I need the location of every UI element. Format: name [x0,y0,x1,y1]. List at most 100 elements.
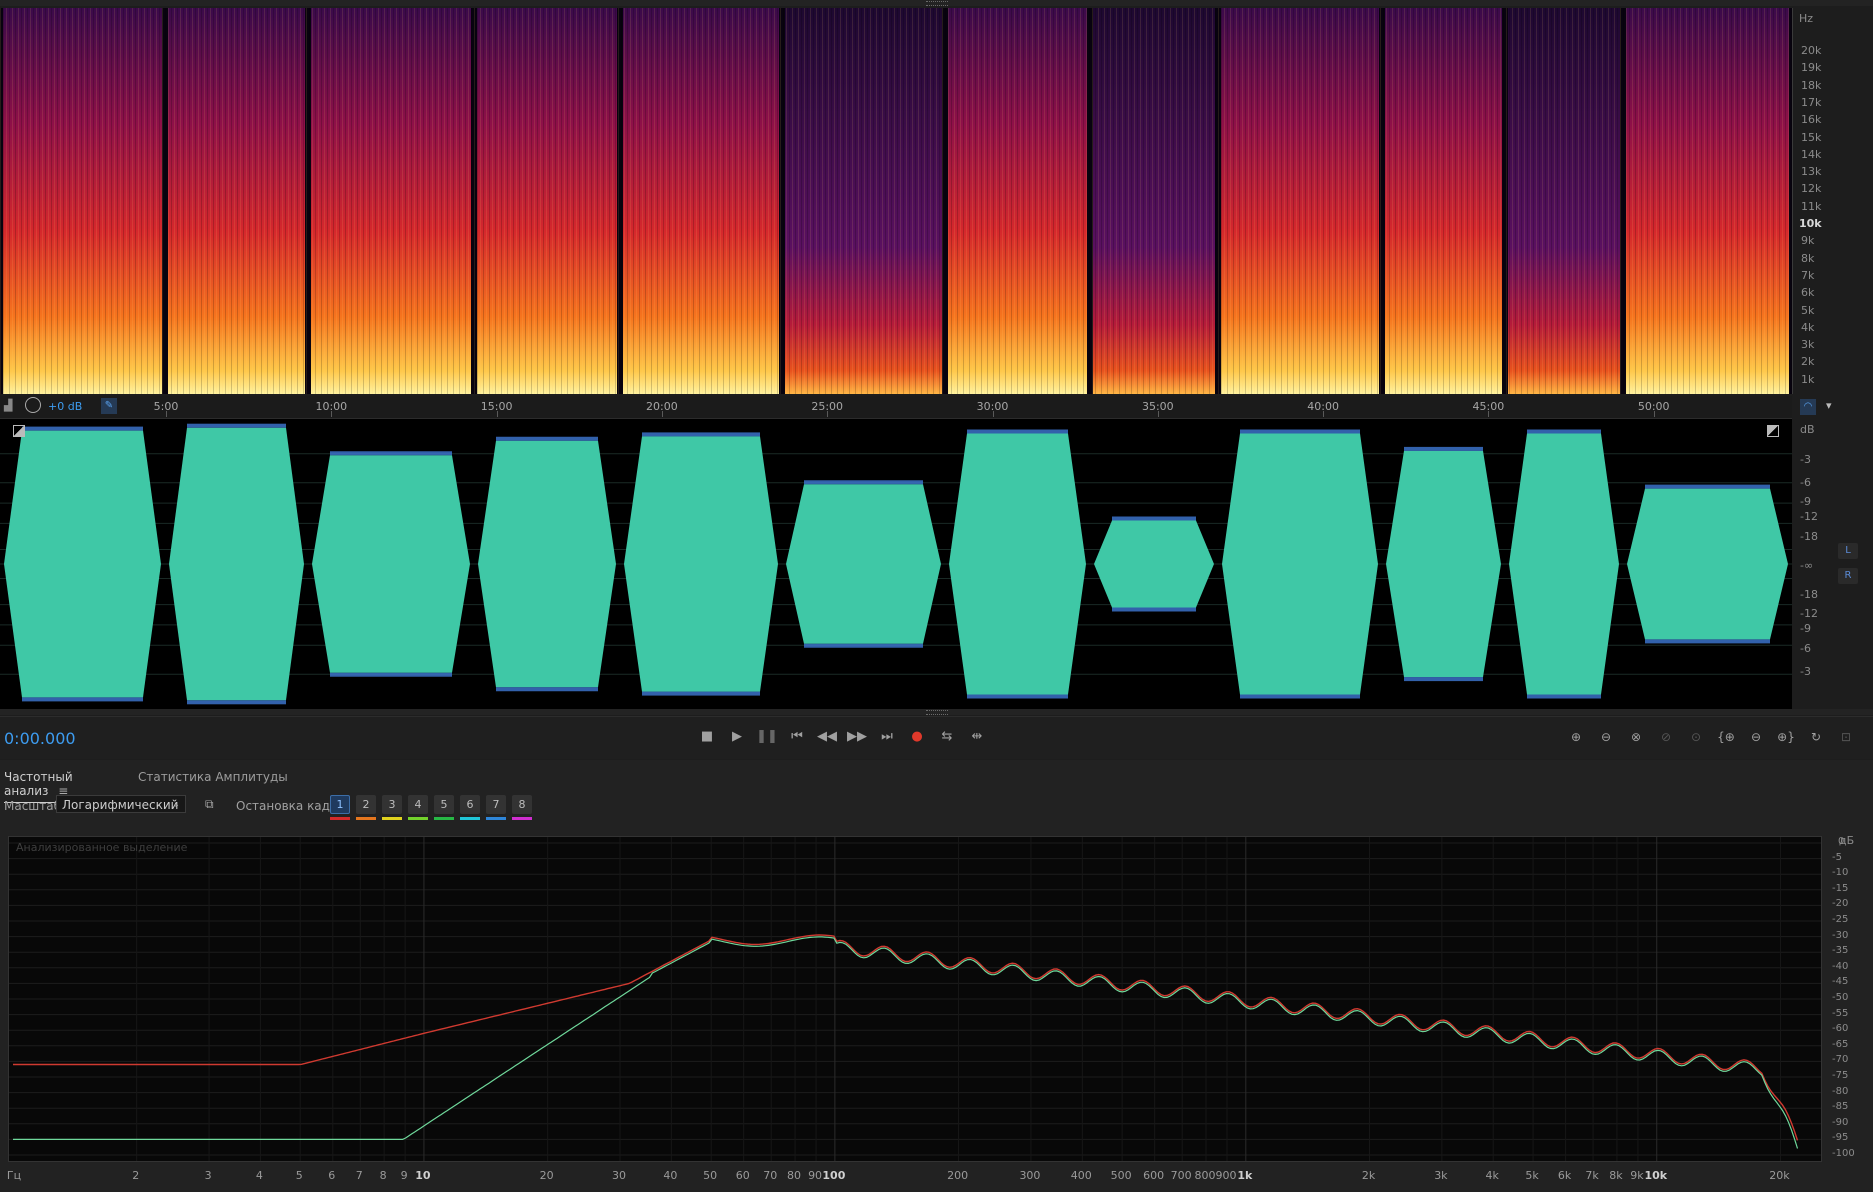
go-to-start-button[interactable]: ⏮ [786,726,808,748]
current-time[interactable]: 0:00.000 [4,729,76,748]
waveform-db-tick: -12 [1800,510,1818,523]
zoom-reset-icon[interactable]: ⊡ [1834,726,1858,748]
frame-hold-color [460,817,480,820]
waveform-db-tick: -9 [1800,495,1811,508]
frame-hold-button-4[interactable]: 4 [408,795,428,814]
freq-tick-label: 6k [1557,1169,1572,1182]
pin-icon[interactable]: ✎ [101,398,117,414]
zoom-history-icon[interactable]: ↻ [1804,726,1828,748]
time-ruler[interactable]: ▟ +0 dB ✎ 5:00 10:00 15:00 20:00 25:00 30:00 3… [0,396,1792,419]
frame-hold-button-2[interactable]: 2 [356,795,376,814]
zoom-to-selection-icon[interactable]: ⊙ [1684,726,1708,748]
waveform-segment [1386,450,1501,678]
frequency-graph[interactable] [8,836,1822,1162]
skip-selection-button[interactable]: ⇹ [966,726,988,748]
waveform-resize-handle[interactable] [0,709,1873,715]
freq-tick-label: 2k [1361,1169,1376,1182]
meter-icon[interactable]: ▟ [4,399,12,412]
freq-tick-label: 500 [1110,1169,1132,1182]
freq-tick-label: 400 [1070,1169,1092,1182]
waveform-db-tick: -3 [1800,453,1811,466]
waveform-peak-top [1404,446,1483,451]
freq-tick-label: 5 [295,1169,303,1182]
waveform-peak-bottom [496,687,598,692]
freq-tick-label: 6 [328,1169,336,1182]
graph-db-tick: -35 [1832,945,1849,957]
pause-button[interactable]: ❚❚ [756,726,778,748]
freq-tick-label: 300 [1019,1169,1041,1182]
waveform-peak-bottom [804,643,923,648]
gain-value[interactable]: +0 dB [48,400,82,413]
frame-hold-color [330,817,350,820]
scale-dropdown[interactable]: Логарифмический ⌄ [56,795,186,813]
graph-db-tick: -70 [1832,1054,1849,1066]
copy-icon[interactable]: ⧉ [205,797,219,811]
frame-hold-color [434,817,454,820]
headphones-icon[interactable]: ◠ [1800,399,1816,415]
zoom-in-amplitude-icon[interactable]: ⊕ [1564,726,1588,748]
zoom-in-left-icon[interactable]: {⊕ [1714,726,1738,748]
fast-forward-button[interactable]: ▶▶ [846,726,868,748]
zoom-full-icon[interactable]: ⊗ [1624,726,1648,748]
hz-tick-label: 18k [1801,78,1822,92]
channel-left-button[interactable]: L [1838,543,1858,559]
chevron-down-icon: ⌄ [172,800,180,810]
zoom-selection-icon[interactable]: ⊘ [1654,726,1678,748]
freq-tick-label: 8k [1609,1169,1623,1182]
zoom-out-amplitude-icon[interactable]: ⊖ [1594,726,1618,748]
hz-tick-label: 9k [1801,234,1815,248]
hold-curve [13,934,1799,1141]
zoom-out-time-icon[interactable]: ⊖ [1744,726,1768,748]
frame-hold-button-5[interactable]: 5 [434,795,454,814]
record-button[interactable]: ● [906,726,928,748]
graph-db-tick: -100 [1832,1148,1855,1159]
freq-tick-label: 90 [808,1169,823,1182]
frame-hold-button-8[interactable]: 8 [512,795,532,814]
hz-tick-label: 11k [1801,199,1822,213]
rewind-button[interactable]: ◀◀ [816,726,838,748]
loop-button[interactable]: ⇆ [936,726,958,748]
spectrogram-view[interactable] [0,8,1792,394]
corner-collapse-icon[interactable] [1767,425,1779,437]
zoom-in-right-icon[interactable]: ⊕} [1774,726,1798,748]
freq-tick-label: 50 [703,1169,718,1182]
time-tick [827,411,829,417]
waveform-db-tick: -18 [1800,530,1818,543]
hz-tick-label: 16k [1801,113,1822,127]
waveform-db-tick: -3 [1800,665,1811,678]
stop-button[interactable]: ■ [696,726,718,748]
marker-icon[interactable]: ▾ [1826,399,1832,412]
gain-knob-icon[interactable] [25,397,41,413]
go-to-end-button[interactable]: ⏭ [876,726,898,748]
freq-tick-label: 2 [132,1169,140,1182]
freq-tick-label: 9k [1630,1169,1644,1182]
graph-db-tick: -65 [1832,1038,1849,1050]
graph-db-tick: -10 [1832,867,1849,879]
waveform-peak-bottom [642,691,760,696]
tab-amplitude-statistics[interactable]: Статистика Амплитуды [138,766,288,788]
graph-db-tick: -15 [1832,882,1849,894]
frame-hold-button-3[interactable]: 3 [382,795,402,814]
waveform-peak-bottom [967,694,1068,699]
frame-hold-button-7[interactable]: 7 [486,795,506,814]
waveform-segment [1627,488,1788,640]
frame-hold-color [486,817,506,820]
hz-tick-label: 7k [1801,268,1815,282]
channel-right-button[interactable]: R [1838,568,1858,584]
waveform-peak-top [22,426,143,431]
freq-tick-label: 5k [1525,1169,1539,1182]
hz-tick-label: 15k [1801,130,1822,144]
frame-hold-button-6[interactable]: 6 [460,795,480,814]
freq-unit-label: Гц [6,1169,22,1182]
hz-unit-label: Hz [1799,12,1814,25]
freq-tick-label: 40 [663,1169,678,1182]
waveform-db-tick: -6 [1800,476,1811,489]
frame-hold-button-1[interactable]: 1 [330,795,350,814]
waveform-db-tick: -9 [1800,622,1811,635]
play-button[interactable]: ▶ [726,726,748,748]
corner-expand-icon[interactable] [13,425,25,437]
top-resize-handle[interactable] [0,0,1873,6]
waveform-view[interactable] [0,419,1792,709]
hz-tick-label: 10k [1799,217,1822,230]
waveform-peak-bottom [1404,677,1483,682]
